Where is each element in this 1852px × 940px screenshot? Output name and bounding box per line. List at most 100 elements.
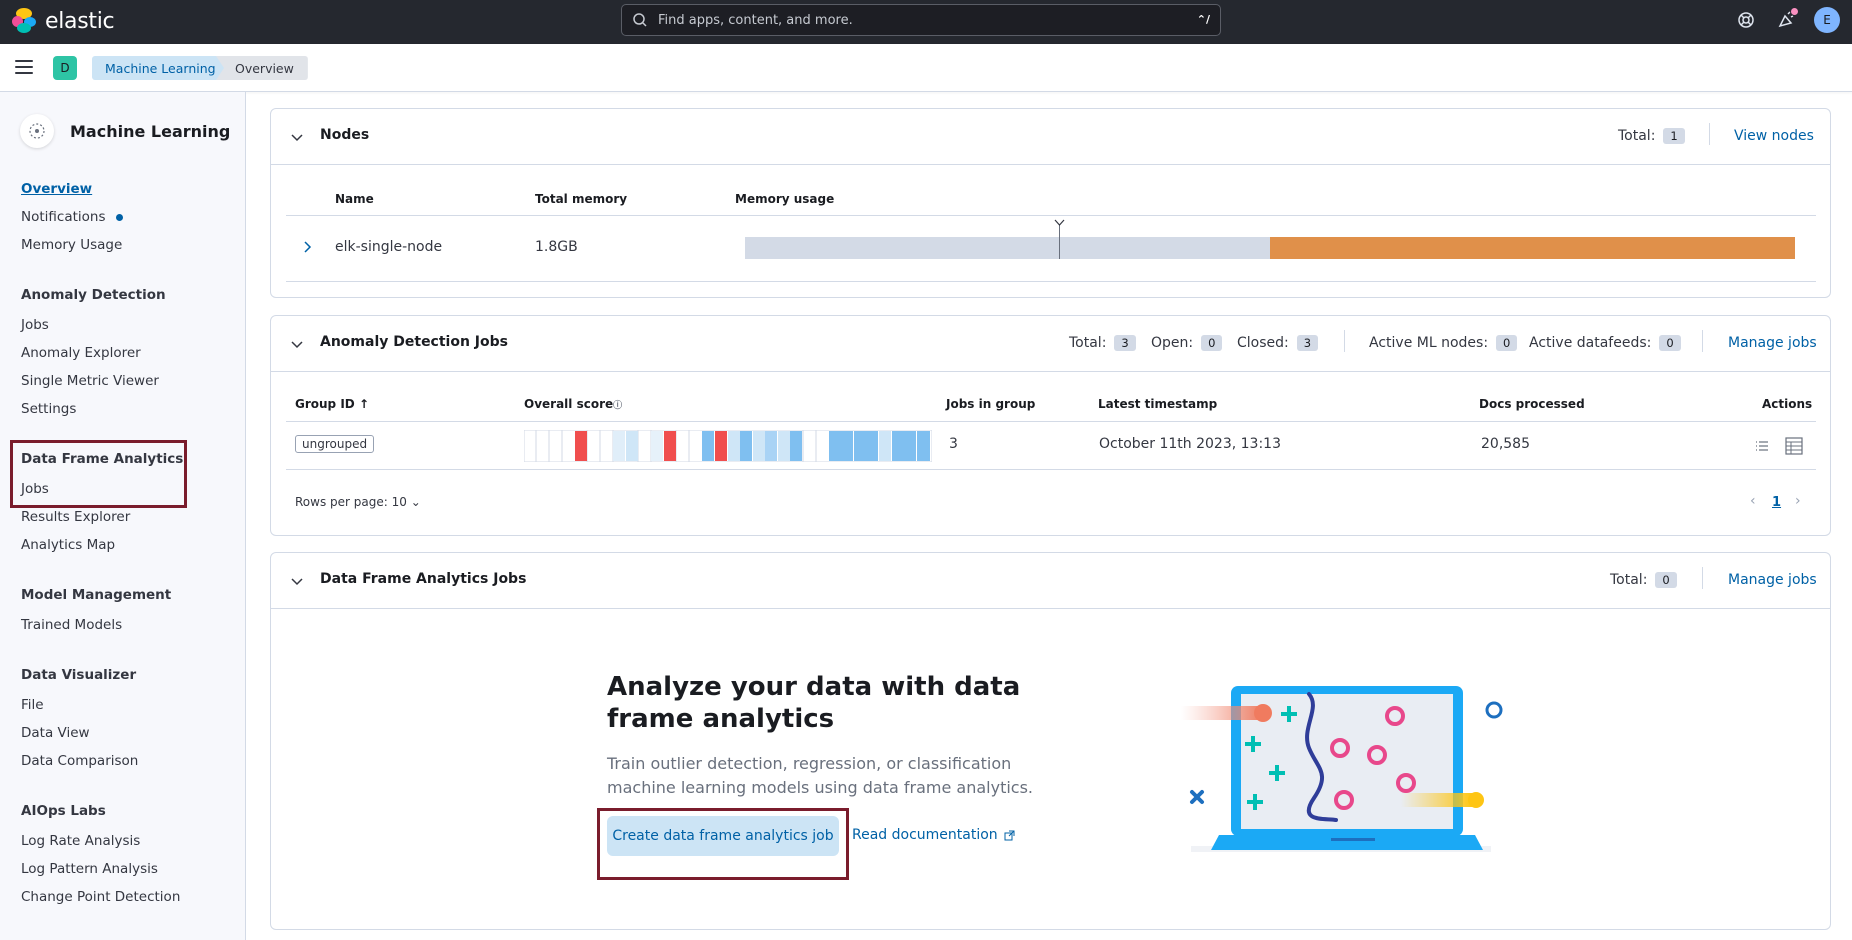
- sidebar-item-data-comparison[interactable]: Data Comparison: [21, 753, 138, 769]
- space-avatar[interactable]: D: [53, 56, 77, 80]
- stat-badge: 1: [1663, 128, 1685, 144]
- stat-label: Open:: [1151, 335, 1194, 351]
- search-placeholder: Find apps, content, and more.: [658, 12, 853, 28]
- doc-link-label: Read documentation: [852, 827, 998, 843]
- divider: [1344, 330, 1345, 352]
- stat-label: Active datafeeds:: [1529, 335, 1652, 351]
- table-icon[interactable]: [1785, 437, 1803, 455]
- stat-label: Total:: [1610, 572, 1648, 588]
- sidebar-title: Machine Learning: [70, 121, 231, 141]
- ad-stat-closed: Closed: 3: [1237, 335, 1319, 351]
- stat-badge: 0: [1201, 335, 1223, 351]
- dfa-jobs-title: Data Frame Analytics Jobs: [320, 571, 527, 587]
- highlight-box: [10, 440, 187, 508]
- divider: [1702, 567, 1703, 589]
- chevron-down-icon[interactable]: [291, 575, 303, 587]
- col-docs-processed[interactable]: Docs processed: [1479, 397, 1585, 411]
- laptop-illustration: [1181, 686, 1503, 852]
- chevron-right-icon[interactable]: [303, 241, 313, 253]
- help-icon[interactable]: [1736, 10, 1756, 30]
- group-badge[interactable]: ungrouped: [295, 435, 375, 453]
- stat-badge: 3: [1296, 335, 1319, 351]
- stat-label: Total:: [1618, 128, 1656, 144]
- sidebar-item-analytics-map[interactable]: Analytics Map: [21, 537, 115, 553]
- sidebar-item-log-rate-analysis[interactable]: Log Rate Analysis: [21, 833, 140, 849]
- dfa-manage-jobs-link[interactable]: Manage jobs: [1728, 572, 1817, 588]
- ad-manage-jobs-link[interactable]: Manage jobs: [1728, 335, 1817, 351]
- global-search-input[interactable]: Find apps, content, and more. ⌃/: [621, 4, 1221, 36]
- sidebar-item-trained-models[interactable]: Trained Models: [21, 617, 122, 633]
- anomaly-detection-jobs-panel: Anomaly Detection Jobs Total: 3 Open: 0 Cl…: [270, 315, 1831, 536]
- ml-sidebar: Machine Learning Overview Notifications …: [0, 92, 246, 940]
- top-header: elastic Find apps, content, and more. ⌃/…: [0, 0, 1852, 44]
- col-jobs-in-group[interactable]: Jobs in group: [946, 397, 1035, 411]
- chevron-down-icon[interactable]: [291, 131, 303, 143]
- dfa-jobs-panel: Data Frame Analytics Jobs Total: 0 Manage…: [270, 552, 1831, 930]
- nodes-panel-header[interactable]: Nodes Total: 1 View nodes: [271, 109, 1830, 165]
- nodes-panel: Nodes Total: 1 View nodes Name Total memo…: [270, 108, 1831, 298]
- col-total-memory[interactable]: Total memory: [535, 192, 627, 206]
- memory-usage-fill: [1270, 237, 1795, 259]
- sidebar-item-results-explorer[interactable]: Results Explorer: [21, 509, 130, 525]
- sidebar-item-settings[interactable]: Settings: [21, 401, 76, 417]
- page-1-button[interactable]: 1: [1772, 495, 1781, 510]
- sidebar-item-single-metric-viewer[interactable]: Single Metric Viewer: [21, 373, 159, 389]
- sidebar-item-file[interactable]: File: [21, 697, 44, 713]
- docs-processed: 20,585: [1481, 436, 1530, 452]
- divider: [286, 281, 1816, 282]
- sidebar-item-anomaly-explorer[interactable]: Anomaly Explorer: [21, 345, 141, 361]
- col-group-id[interactable]: Group ID ↑: [295, 397, 369, 411]
- jobs-in-group: 3: [949, 436, 958, 452]
- sidebar-item-memory-usage[interactable]: Memory Usage: [21, 237, 122, 253]
- node-name: elk-single-node: [335, 239, 443, 255]
- stat-label: Closed:: [1237, 335, 1289, 351]
- highlight-box: [597, 808, 849, 880]
- external-link-icon: [1004, 830, 1015, 840]
- elastic-logo[interactable]: elastic: [12, 8, 115, 34]
- dfa-panel-header[interactable]: Data Frame Analytics Jobs Total: 0 Manage…: [271, 553, 1830, 609]
- info-icon[interactable]: ⓘ: [613, 401, 622, 411]
- stat-badge: 0: [1496, 335, 1518, 351]
- chevron-down-icon[interactable]: [291, 338, 303, 350]
- view-nodes-link[interactable]: View nodes: [1734, 128, 1814, 144]
- col-memory-usage[interactable]: Memory usage: [735, 192, 834, 206]
- stat-badge: 0: [1655, 572, 1677, 588]
- overall-score-swimlane[interactable]: [524, 430, 932, 462]
- ad-stat-total: Total: 3: [1069, 335, 1136, 351]
- col-actions: Actions: [1762, 397, 1813, 411]
- latest-timestamp: October 11th 2023, 13:13: [1099, 436, 1281, 452]
- breadcrumb-overview: Overview: [216, 56, 308, 80]
- news-dot-icon: [1790, 7, 1799, 16]
- col-label: Overall score: [524, 397, 614, 411]
- menu-toggle-icon[interactable]: [15, 60, 33, 76]
- sidebar-item-log-pattern-analysis[interactable]: Log Pattern Analysis: [21, 861, 158, 877]
- col-overall-score[interactable]: Overall scoreⓘ: [524, 397, 622, 411]
- breadcrumb-bar: D Machine Learning Overview: [0, 44, 1852, 92]
- chevron-down-icon: ⌄: [410, 495, 421, 509]
- sidebar-item-overview[interactable]: Overview: [21, 181, 92, 197]
- sidebar-group-aiops-labs: AIOps Labs: [21, 803, 106, 819]
- search-icon: [633, 13, 647, 27]
- empty-prompt-description: Train outlier detection, regression, or …: [607, 754, 1034, 797]
- next-page-icon[interactable]: ›: [1795, 493, 1801, 509]
- memory-marker: [1059, 225, 1060, 259]
- sidebar-item-notifications[interactable]: Notifications: [21, 209, 123, 225]
- breadcrumb-machine-learning[interactable]: Machine Learning: [92, 56, 230, 80]
- sidebar-item-data-view[interactable]: Data View: [21, 725, 90, 741]
- prev-page-icon[interactable]: ‹: [1750, 493, 1756, 509]
- col-label: Group ID: [295, 397, 355, 411]
- ad-stat-active-nodes: Active ML nodes: 0: [1369, 335, 1518, 351]
- col-name[interactable]: Name: [335, 192, 374, 206]
- list-icon[interactable]: [1755, 439, 1769, 453]
- user-avatar[interactable]: E: [1814, 7, 1840, 33]
- col-latest-timestamp[interactable]: Latest timestamp: [1098, 397, 1217, 411]
- sidebar-item-change-point-detection[interactable]: Change Point Detection: [21, 889, 180, 905]
- sidebar-item-ad-jobs[interactable]: Jobs: [21, 317, 49, 333]
- read-documentation-link[interactable]: Read documentation: [852, 827, 1015, 843]
- sidebar-group-anomaly-detection: Anomaly Detection: [21, 287, 166, 303]
- rows-per-page-select[interactable]: Rows per page: 10 ⌄: [295, 495, 421, 509]
- sidebar-item-label: Notifications: [21, 209, 106, 225]
- divider: [286, 421, 1816, 422]
- rows-per-page-label: Rows per page: 10: [295, 495, 407, 509]
- ad-panel-header[interactable]: Anomaly Detection Jobs Total: 3 Open: 0 Cl…: [271, 316, 1830, 372]
